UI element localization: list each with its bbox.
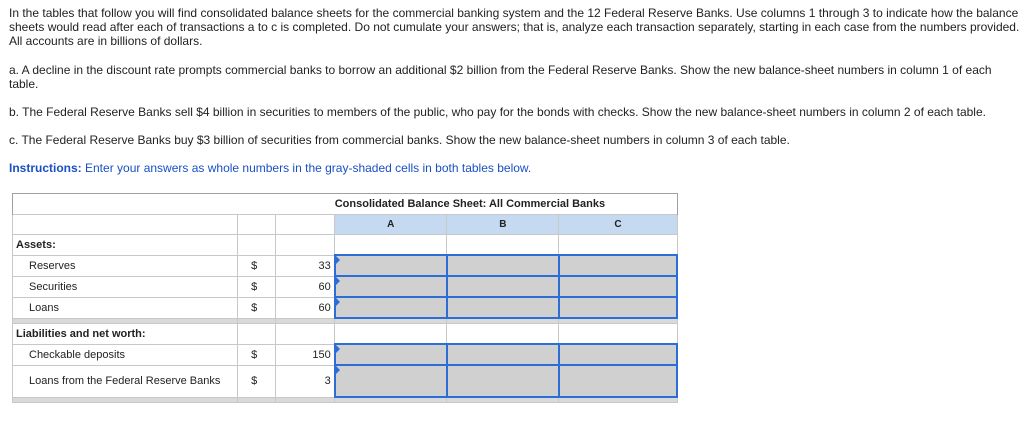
flag-marker-icon — [335, 277, 340, 285]
flag-marker-icon — [335, 345, 340, 353]
input-reserves-a[interactable] — [333, 254, 448, 277]
input-loans-c[interactable] — [557, 296, 679, 319]
dollar-sign: $ — [237, 296, 277, 319]
table-title: Consolidated Balance Sheet: All Commerci… — [334, 193, 605, 215]
dollar-sign: $ — [237, 343, 277, 366]
assets-section-label: Assets: — [11, 234, 239, 256]
flag-marker-icon — [335, 366, 340, 374]
row-label-checkable-deposits: Checkable deposits — [11, 343, 239, 366]
column-header-c: C — [558, 214, 678, 235]
input-reserves-c[interactable] — [557, 254, 679, 277]
input-securities-a[interactable] — [333, 275, 448, 298]
value-reserves: 33 — [275, 254, 338, 277]
input-loans-from-fed-b[interactable] — [445, 364, 560, 398]
flag-marker-icon — [335, 256, 340, 264]
input-checkable-deposits-b[interactable] — [445, 343, 560, 366]
value-securities: 60 — [275, 275, 338, 298]
instructions-label: Instructions: — [9, 161, 82, 175]
transaction-a-text: a. A decline in the discount rate prompt… — [9, 63, 992, 91]
instructions-line: Instructions: Enter your answers as whol… — [9, 161, 1021, 175]
input-securities-b[interactable] — [445, 275, 560, 298]
input-loans-from-fed-c[interactable] — [557, 364, 679, 398]
value-checkable-deposits: 150 — [275, 343, 338, 366]
liabilities-section-label: Liabilities and net worth: — [11, 323, 239, 345]
table-row: Loans from the Federal Reserve Banks $ 3 — [11, 364, 679, 398]
input-loans-from-fed-a[interactable] — [333, 364, 448, 398]
column-header-a: A — [334, 214, 448, 235]
input-loans-a[interactable] — [333, 296, 448, 319]
transaction-b-text: b. The Federal Reserve Banks sell $4 bil… — [9, 105, 986, 119]
row-label-loans-from-fed: Loans from the Federal Reserve Banks — [11, 364, 239, 398]
dollar-sign: $ — [237, 275, 277, 298]
table-row: Loans $ 60 — [11, 296, 679, 319]
input-reserves-b[interactable] — [445, 254, 560, 277]
transaction-c-text: c. The Federal Reserve Banks buy $3 bill… — [9, 133, 790, 147]
input-checkable-deposits-a[interactable] — [333, 343, 448, 366]
input-checkable-deposits-c[interactable] — [557, 343, 679, 366]
dollar-sign: $ — [237, 254, 277, 277]
balance-sheet-table: Consolidated Balance Sheet: All Commerci… — [11, 193, 679, 403]
table-row: Reserves $ 33 — [11, 254, 679, 277]
table-row: Securities $ 60 — [11, 275, 679, 298]
input-loans-b[interactable] — [445, 296, 560, 319]
table-row: Checkable deposits $ 150 — [11, 343, 679, 366]
intro-paragraph: In the tables that follow you will find … — [9, 6, 1020, 48]
input-securities-c[interactable] — [557, 275, 679, 298]
row-label-reserves: Reserves — [11, 254, 239, 277]
row-label-loans: Loans — [11, 296, 239, 319]
value-loans-from-fed: 3 — [275, 364, 338, 398]
instructions-text: Enter your answers as whole numbers in t… — [81, 161, 532, 175]
value-loans: 60 — [275, 296, 338, 319]
flag-marker-icon — [335, 298, 340, 306]
dollar-sign: $ — [237, 364, 277, 398]
column-header-b: B — [446, 214, 560, 235]
row-label-securities: Securities — [11, 275, 239, 298]
